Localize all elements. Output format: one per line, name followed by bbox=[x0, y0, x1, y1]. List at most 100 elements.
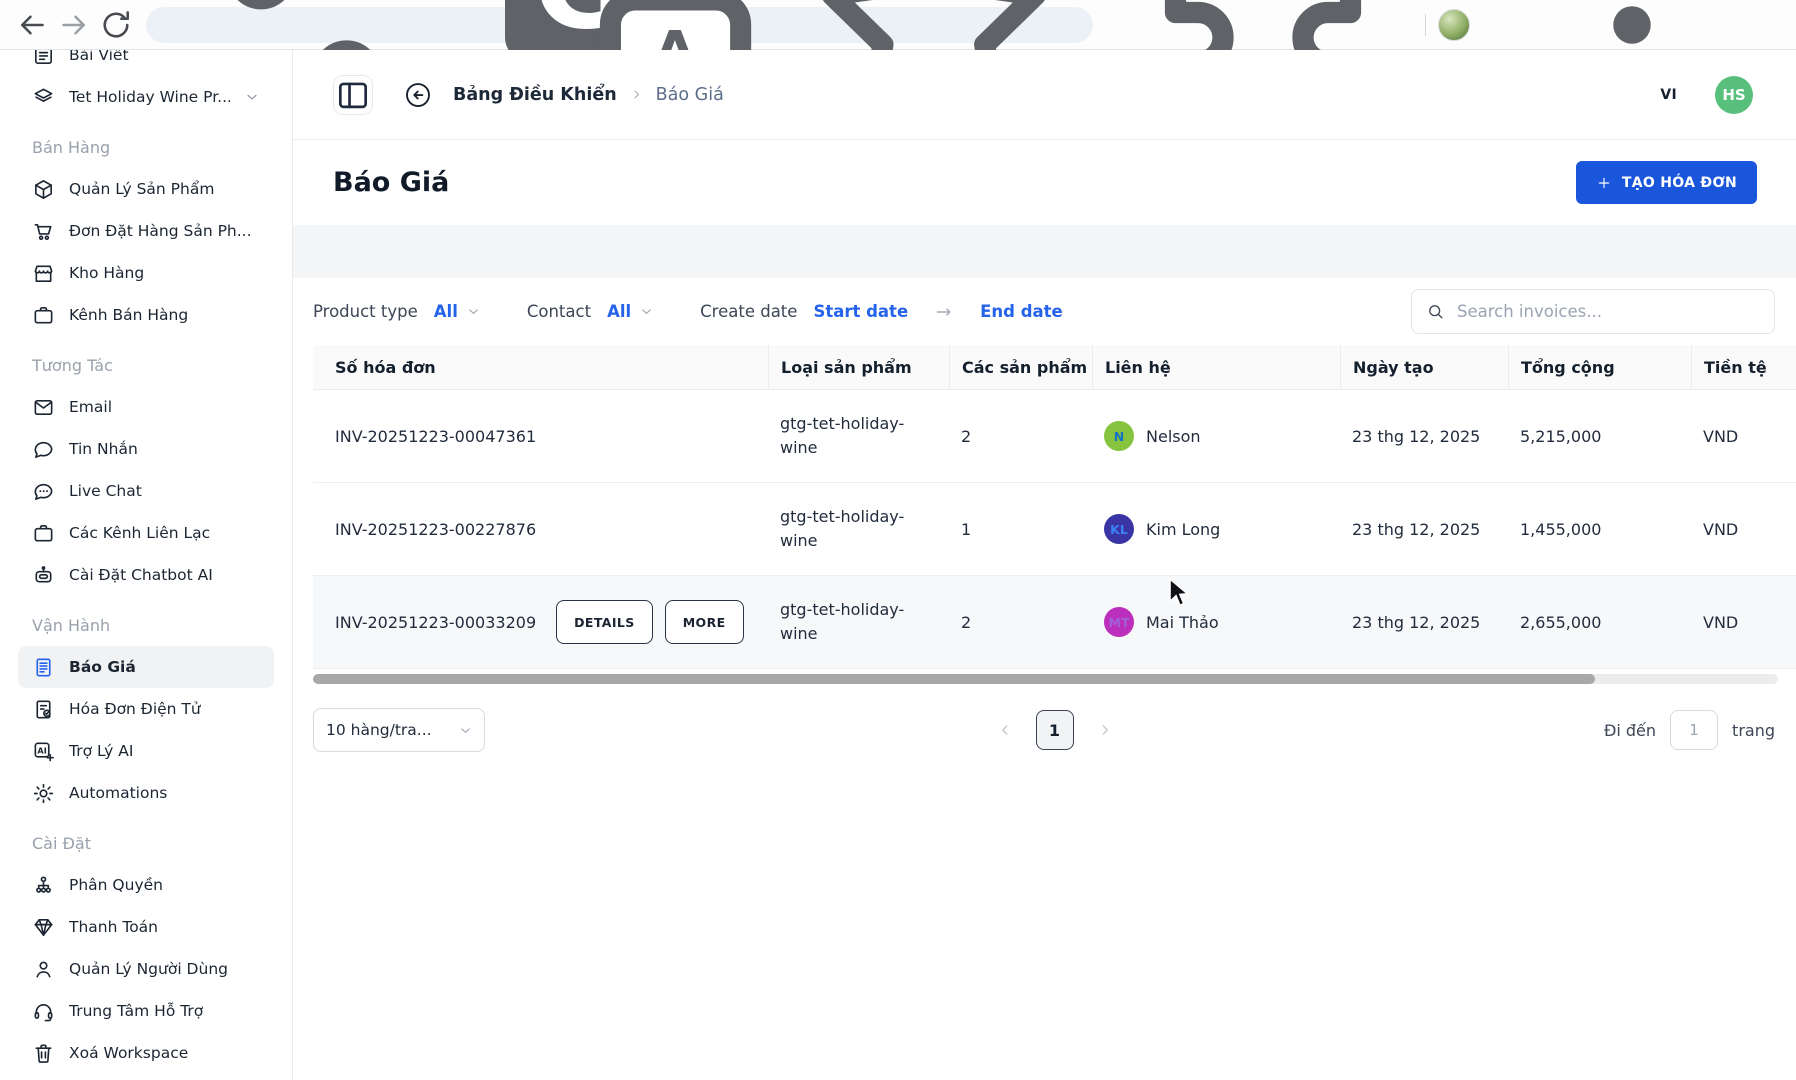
pagination-bar: 10 hàng/tra... 1 Đi đến trang bbox=[313, 706, 1796, 754]
sidebar-item-cai-dat-chatbot-ai[interactable]: Cài Đặt Chatbot AI bbox=[18, 554, 274, 596]
sidebar-item-tet-holiday-wine-product[interactable]: Tet Holiday Wine Pr... bbox=[18, 76, 274, 118]
page-number-button[interactable]: 1 bbox=[1036, 710, 1074, 750]
sidebar-item-automations[interactable]: Automations bbox=[18, 772, 274, 814]
column-header: Liên hệ bbox=[1092, 345, 1340, 389]
contact-filter-label: Contact bbox=[527, 302, 591, 321]
sidebar-item-quan-ly-san-pham[interactable]: Quản Lý Sản Phẩm bbox=[18, 168, 274, 210]
chevron-down-icon bbox=[244, 89, 260, 105]
robot-icon bbox=[32, 564, 55, 587]
contact-avatar: MT bbox=[1104, 607, 1134, 637]
product-type-cell: gtg-tet-holiday-wine bbox=[780, 412, 937, 460]
sidebar-section-label: Tương Tác bbox=[32, 354, 260, 378]
page-title: Báo Giá bbox=[333, 167, 449, 198]
sidebar-item-kho-hang[interactable]: Kho Hàng bbox=[18, 252, 274, 294]
contact-name: Mai Thảo bbox=[1146, 613, 1219, 632]
sidebar-item-bao-gia[interactable]: Báo Giá bbox=[18, 646, 274, 688]
invoice-number: INV-20251223-00047361 bbox=[335, 427, 536, 446]
sidebar-item-tro-ly-ai[interactable]: AI Trợ Lý AI bbox=[18, 730, 274, 772]
breadcrumb-dashboard[interactable]: Bảng Điều Khiển bbox=[453, 85, 617, 105]
sidebar-item-live-chat[interactable]: Live Chat bbox=[18, 470, 274, 512]
forward-arrow-icon bbox=[56, 7, 92, 43]
gem-icon bbox=[32, 916, 55, 939]
end-date-picker[interactable]: End date bbox=[980, 302, 1063, 321]
sidebar-item-trung-tam-ho-tro[interactable]: Trung Tâm Hỗ Trợ bbox=[18, 990, 274, 1032]
product-type-cell: gtg-tet-holiday-wine bbox=[780, 505, 937, 553]
chevron-down-icon bbox=[466, 304, 481, 319]
browser-back-button[interactable] bbox=[14, 7, 50, 43]
goto-page-suffix: trang bbox=[1732, 721, 1775, 740]
sidebar-item-xoa-workspace[interactable]: Xoá Workspace bbox=[18, 1032, 274, 1074]
start-date-picker[interactable]: Start date bbox=[813, 302, 908, 321]
sidebar-item-don-dat-hang-san-pham[interactable]: Đơn Đặt Hàng Sản Ph... bbox=[18, 210, 274, 252]
spacer-band bbox=[293, 225, 1796, 278]
sidebar-item-email[interactable]: Email bbox=[18, 386, 274, 428]
products-count-cell: 2 bbox=[949, 390, 1092, 482]
sidebar-item-phan-quyen[interactable]: Phân Quyền bbox=[18, 864, 274, 906]
sidebar-item-tin-nhan[interactable]: Tin Nhắn bbox=[18, 428, 274, 470]
gear-icon bbox=[32, 782, 55, 805]
prev-page-button[interactable] bbox=[996, 721, 1014, 739]
invoice-icon bbox=[32, 656, 55, 679]
create-date-filter-label: Create date bbox=[700, 302, 797, 321]
store-icon bbox=[32, 262, 55, 285]
browser-reload-button[interactable] bbox=[98, 7, 134, 43]
table-body: INV-20251223-00047361 gtg-tet-holiday-wi… bbox=[313, 390, 1796, 669]
total-cell: 5,215,000 bbox=[1508, 390, 1691, 482]
product-type-filter[interactable]: All bbox=[434, 302, 481, 321]
org-icon bbox=[32, 874, 55, 897]
sidebar-item-quan-ly-nguoi-dung[interactable]: Quản Lý Người Dùng bbox=[18, 948, 274, 990]
address-bar[interactable]: app.gtgcrm.com/crm/invoices GA bbox=[146, 7, 1093, 43]
article-icon bbox=[32, 50, 55, 67]
create-invoice-button[interactable]: TẠO HÓA ĐƠN bbox=[1576, 161, 1757, 204]
rows-per-page-value: 10 hàng/tra... bbox=[326, 721, 432, 739]
back-arrow-icon bbox=[14, 7, 50, 43]
sidebar-item-thanh-toan[interactable]: Thanh Toán bbox=[18, 906, 274, 948]
next-page-button[interactable] bbox=[1096, 721, 1114, 739]
scrollbar-thumb[interactable] bbox=[313, 674, 1595, 684]
browser-window: app.gtgcrm.com/crm/invoices GA Bài Viết bbox=[0, 0, 1796, 1080]
more-button[interactable]: MORE bbox=[665, 600, 744, 644]
sidebar-section-label: Bán Hàng bbox=[32, 136, 260, 160]
product-type-filter-label: Product type bbox=[313, 302, 418, 321]
sidebar-item-kenh-ban-hang[interactable]: Kênh Bán Hàng bbox=[18, 294, 274, 336]
sidebar-item-bai-viet[interactable]: Bài Viết bbox=[18, 50, 274, 76]
sidebar-item-cac-kenh-lien-lac[interactable]: Các Kênh Liên Lạc bbox=[18, 512, 274, 554]
contact-filter[interactable]: All bbox=[607, 302, 654, 321]
browser-forward-button[interactable] bbox=[56, 7, 92, 43]
details-button[interactable]: DETAILS bbox=[556, 600, 653, 644]
chevron-down-icon bbox=[639, 304, 654, 319]
goto-page-label: Đi đến bbox=[1604, 721, 1656, 740]
sidebar-nav: Bài Viết Tet Holiday Wine Pr... Bán Hàng… bbox=[0, 50, 293, 1080]
briefcase-icon bbox=[32, 304, 55, 327]
created-date-cell: 23 thg 12, 2025 bbox=[1340, 576, 1508, 668]
table-row[interactable]: INV-20251223-00047361 gtg-tet-holiday-wi… bbox=[313, 390, 1796, 483]
plus-icon bbox=[1596, 175, 1612, 191]
headset-icon bbox=[32, 1000, 55, 1023]
mail-icon bbox=[32, 396, 55, 419]
currency-cell: VND bbox=[1691, 576, 1796, 668]
table-row[interactable]: INV-20251223-00033209DETAILSMORE gtg-tet… bbox=[313, 576, 1796, 669]
chat-icon bbox=[32, 438, 55, 461]
sidebar-item-hoa-don-dien-tu[interactable]: Hóa Đơn Điện Tử bbox=[18, 688, 274, 730]
briefcase-icon bbox=[32, 522, 55, 545]
language-switcher[interactable]: VI bbox=[1660, 87, 1677, 103]
sidebar-toggle-button[interactable] bbox=[333, 75, 373, 115]
goto-page-input[interactable] bbox=[1670, 710, 1718, 750]
back-button[interactable] bbox=[403, 80, 433, 110]
rows-per-page-select[interactable]: 10 hàng/tra... bbox=[313, 708, 485, 752]
user-avatar[interactable]: HS bbox=[1715, 76, 1753, 114]
circle-back-arrow-icon bbox=[403, 80, 433, 110]
user-icon bbox=[32, 958, 55, 981]
column-header: Các sản phẩm bbox=[949, 345, 1092, 389]
browser-profile-avatar[interactable] bbox=[1438, 9, 1470, 41]
column-header: Loại sản phẩm bbox=[768, 345, 949, 389]
search-input[interactable] bbox=[1455, 301, 1760, 322]
horizontal-scrollbar[interactable] bbox=[313, 674, 1778, 684]
table-header-row: Số hóa đơnLoại sản phẩmCác sản phẩmLiên … bbox=[313, 345, 1796, 390]
products-count-cell: 1 bbox=[949, 483, 1092, 575]
cart-icon bbox=[32, 220, 55, 243]
invoice-number: INV-20251223-00033209 bbox=[335, 613, 536, 632]
table-row[interactable]: INV-20251223-00227876 gtg-tet-holiday-wi… bbox=[313, 483, 1796, 576]
sidebar-section-label: Cài Đặt bbox=[32, 832, 260, 856]
contact-name: Nelson bbox=[1146, 427, 1201, 446]
